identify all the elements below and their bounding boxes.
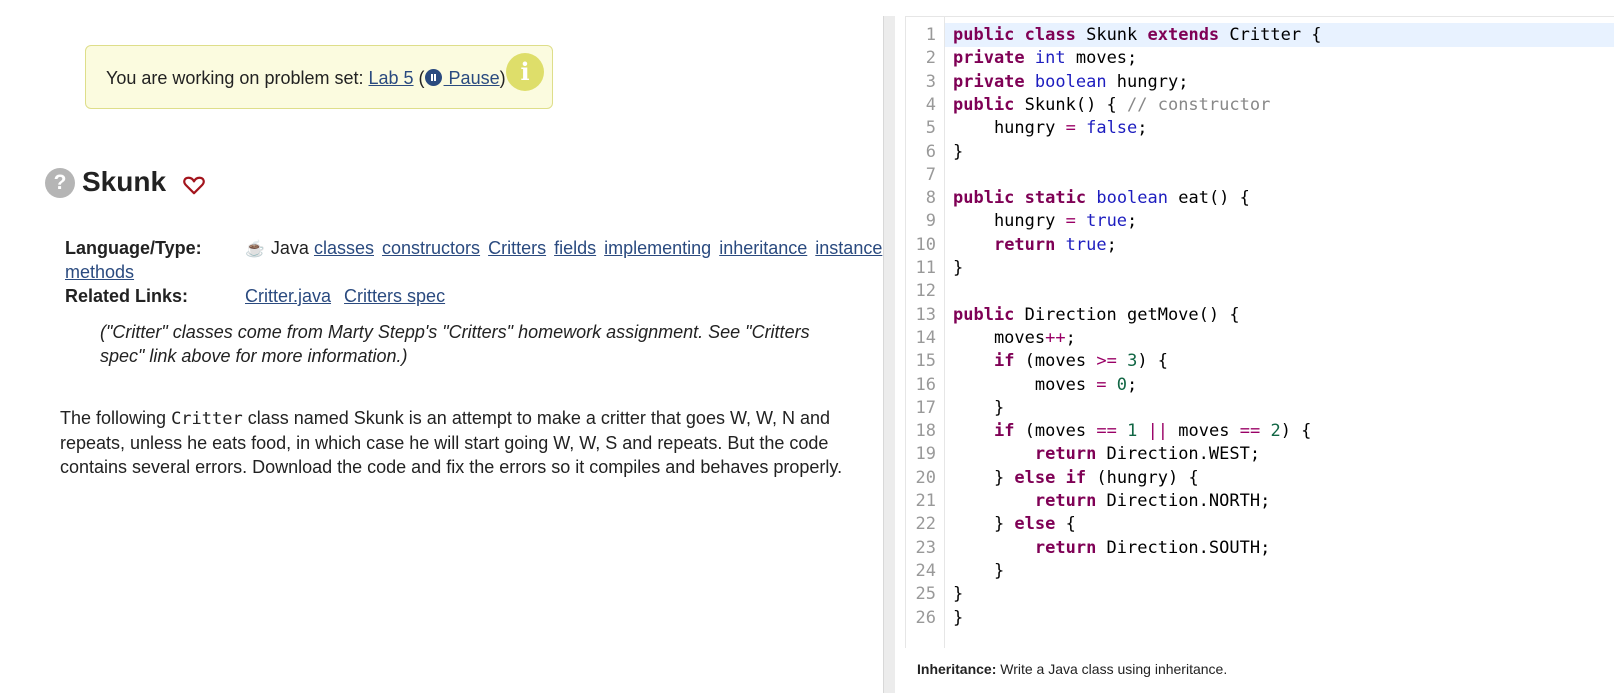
line-number: 15 [915, 351, 936, 372]
line-number: 25 [915, 584, 936, 605]
problem-set-notice: You are working on problem set: Lab 5 ( … [85, 45, 553, 109]
code-text: return Direction.NORTH; [1034, 491, 1271, 511]
tag-link[interactable]: classes [314, 238, 374, 258]
pane-resize-handle[interactable] [883, 16, 895, 693]
language-tags-wrap: methods [65, 262, 134, 283]
line-number: 5 [925, 118, 936, 139]
code-text: } [953, 258, 964, 278]
tag-link[interactable]: methods [65, 262, 134, 282]
problem-set-link[interactable]: Lab 5 [369, 68, 414, 88]
code-text: public static boolean eat() { [953, 188, 1250, 209]
heart-icon[interactable] [183, 175, 205, 195]
line-number: 19 [915, 444, 936, 465]
related-links: Critter.java Critters spec [245, 286, 453, 307]
code-text: } [953, 607, 964, 628]
code-text: return Direction.WEST; [1034, 444, 1261, 465]
line-number: 11 [915, 258, 936, 278]
code-text: } [953, 560, 1005, 581]
language-label: Language/Type: [65, 238, 202, 258]
critter-note: ("Critter" classes come from Marty Stepp… [100, 322, 810, 366]
critters-spec-link[interactable]: Critters spec [344, 286, 445, 306]
code-text: private int moves; [953, 48, 1138, 69]
line-number: 1 [925, 25, 936, 45]
help-icon[interactable]: ? [45, 168, 75, 198]
language-name: Java [270, 238, 309, 258]
line-number: 17 [915, 397, 936, 418]
line-number: 8 [925, 188, 936, 209]
java-icon: ☕ [245, 241, 265, 258]
line-number: 22 [915, 514, 936, 535]
line-number: 16 [915, 374, 936, 395]
tag-link[interactable]: instance [815, 238, 882, 258]
desc-code: Critter [171, 409, 243, 429]
tag-link[interactable]: fields [554, 238, 596, 258]
line-number: 6 [925, 141, 936, 162]
code-text: public Skunk() { // constructor [953, 94, 1271, 115]
problem-pane: You are working on problem set: Lab 5 ( … [0, 0, 882, 693]
pause-icon [424, 69, 442, 86]
info-icon[interactable]: i [506, 53, 544, 91]
problem-description: The following Critter class named Skunk … [60, 406, 860, 479]
tag-link[interactable]: implementing [604, 238, 711, 258]
tag-link[interactable]: Critters [488, 238, 546, 258]
footer-text: Write a Java class using inheritance. [996, 661, 1228, 677]
line-number: 9 [925, 211, 936, 232]
code-text: public Direction getMove() { [953, 304, 1240, 325]
line-number: 21 [915, 491, 936, 511]
line-number: 3 [925, 71, 936, 92]
notice-paren-open: ( [413, 68, 425, 88]
code-text: } else if (hungry) { [953, 467, 1199, 488]
code-text: hungry = false; [953, 118, 1148, 139]
code-text: moves = 0; [953, 374, 1138, 395]
code-text: } [953, 584, 964, 605]
code-editor[interactable]: 1 public class Skunk extends Critter { 2 pr… [905, 16, 1614, 648]
pause-link[interactable]: Pause [424, 68, 500, 88]
tag-link[interactable]: constructors [382, 238, 480, 258]
code-text: moves++; [953, 327, 1076, 348]
code-text: return true; [993, 234, 1117, 255]
line-number: 4 [925, 94, 936, 115]
line-number: 20 [915, 467, 936, 488]
code-text: private boolean hungry; [953, 71, 1189, 92]
code-text: return Direction.SOUTH; [1034, 537, 1271, 558]
line-number: 23 [915, 537, 936, 558]
notice-prefix: You are working on problem set: [106, 68, 369, 88]
page-title: Skunk [82, 166, 167, 197]
line-number: 2 [925, 48, 936, 69]
line-number: 24 [915, 560, 936, 581]
code-text: hungry = true; [953, 211, 1138, 232]
category-footer: Inheritance: Write a Java class using in… [917, 661, 1227, 677]
line-number: 7 [925, 164, 936, 185]
notice-text: You are working on problem set: Lab 5 ( … [106, 68, 506, 89]
line-number: 14 [915, 327, 936, 348]
language-tags: ☕ Java classes constructors Critters fiel… [245, 238, 885, 259]
code-text: } else { [953, 514, 1076, 535]
notice-paren-close: ) [499, 68, 506, 88]
line-number: 13 [915, 304, 936, 325]
pause-label: Pause [443, 68, 500, 88]
code-text: public class Skunk extends Critter { [953, 25, 1322, 45]
critter-java-link[interactable]: Critter.java [245, 286, 331, 306]
code-text: if (moves >= 3) { [993, 351, 1169, 372]
related-links-label: Related Links: [65, 286, 189, 306]
line-number: 26 [915, 607, 936, 628]
code-text: if (moves == 1 || moves == 2) { [993, 421, 1312, 442]
line-number: 12 [915, 281, 936, 302]
desc-before: The following [60, 408, 172, 428]
code-text: } [953, 397, 1005, 418]
code-text: } [953, 141, 964, 162]
line-number: 18 [915, 421, 936, 442]
footer-label: Inheritance: [917, 661, 997, 677]
line-number: 10 [915, 234, 936, 255]
tag-link[interactable]: inheritance [719, 238, 807, 258]
